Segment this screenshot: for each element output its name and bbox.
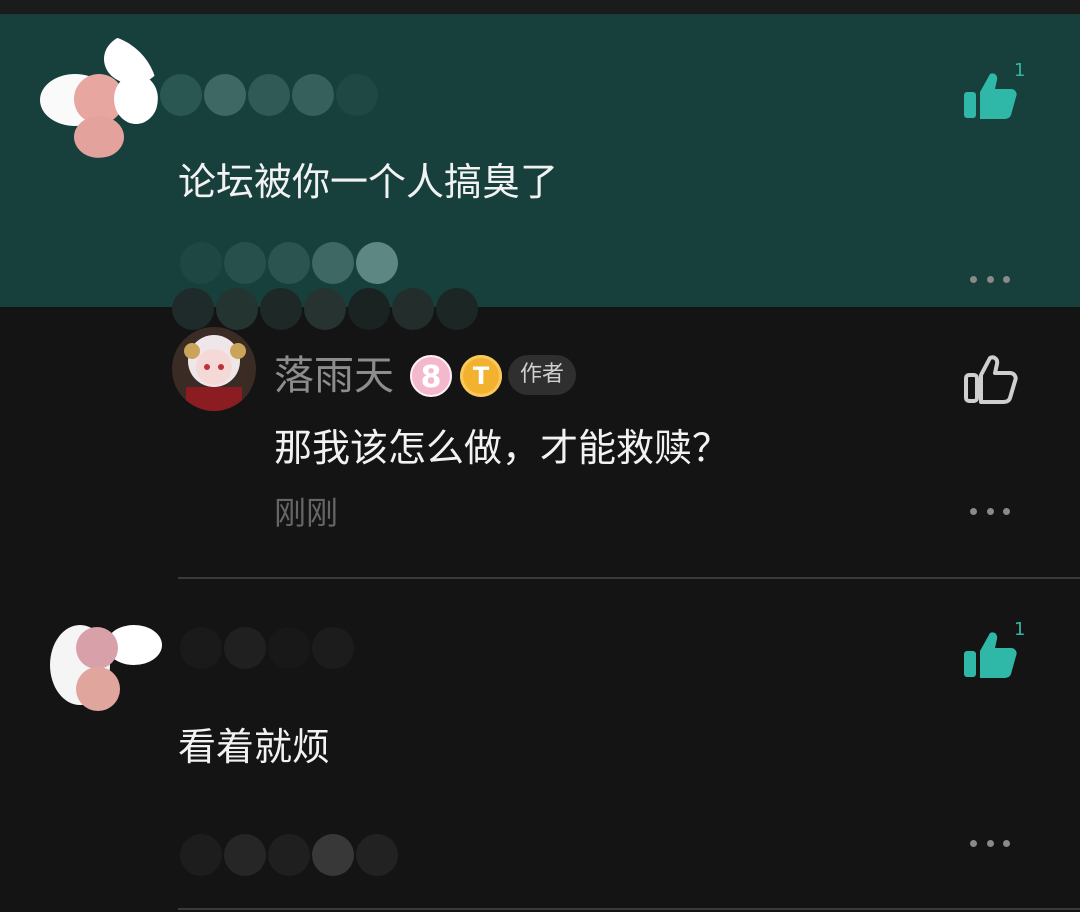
level-badge: 8 xyxy=(410,355,452,397)
comment-item: 论坛被你一个人搞臭了 1 xyxy=(0,14,1080,307)
more-options-button[interactable] xyxy=(970,273,1010,285)
avatar-image xyxy=(172,327,256,411)
reply-item: 落雨天 8 T 作者 那我该怎么做，才能救赎？ 刚刚 xyxy=(0,307,1080,577)
like-button[interactable] xyxy=(960,349,1020,409)
more-options-button[interactable] xyxy=(970,505,1010,517)
dot-icon xyxy=(970,839,977,847)
avatar[interactable] xyxy=(46,601,170,725)
thumbs-up-filled-icon xyxy=(964,73,1017,119)
dot-icon xyxy=(986,839,994,847)
like-count: 1 xyxy=(1014,60,1026,81)
divider xyxy=(178,908,1080,910)
comment-meta-redacted xyxy=(180,834,398,878)
comment-item: 看着就烦 1 xyxy=(0,579,1080,909)
thumbs-up-outline-icon xyxy=(964,355,1018,404)
dot-icon xyxy=(986,507,994,515)
comment-text: 论坛被你一个人搞臭了 xyxy=(178,160,559,204)
dot-icon xyxy=(1003,507,1010,515)
dot-icon xyxy=(970,275,977,283)
coin-badge-icon: T xyxy=(460,355,502,397)
top-strip xyxy=(0,0,1080,14)
username-redacted[interactable] xyxy=(160,74,378,118)
thumbs-up-filled-icon xyxy=(964,632,1017,678)
like-button[interactable] xyxy=(960,625,1020,685)
author-badge: 作者 xyxy=(508,355,577,395)
reply-avatar[interactable] xyxy=(172,327,256,411)
dot-icon xyxy=(986,275,994,283)
dot-icon xyxy=(1003,275,1010,283)
like-button[interactable] xyxy=(960,66,1020,126)
avatar[interactable] xyxy=(34,34,158,158)
comment-text: 看着就烦 xyxy=(178,725,331,769)
username-redacted[interactable] xyxy=(180,627,354,671)
reply-username[interactable]: 落雨天 xyxy=(274,352,394,400)
comment-meta-redacted xyxy=(180,242,398,286)
more-options-button[interactable] xyxy=(970,837,1010,849)
dot-icon xyxy=(970,507,977,515)
dot-icon xyxy=(1003,839,1010,847)
reply-text: 那我该怎么做，才能救赎？ xyxy=(274,426,731,470)
reply-timestamp: 刚刚 xyxy=(274,494,339,532)
like-count: 1 xyxy=(1014,619,1026,640)
